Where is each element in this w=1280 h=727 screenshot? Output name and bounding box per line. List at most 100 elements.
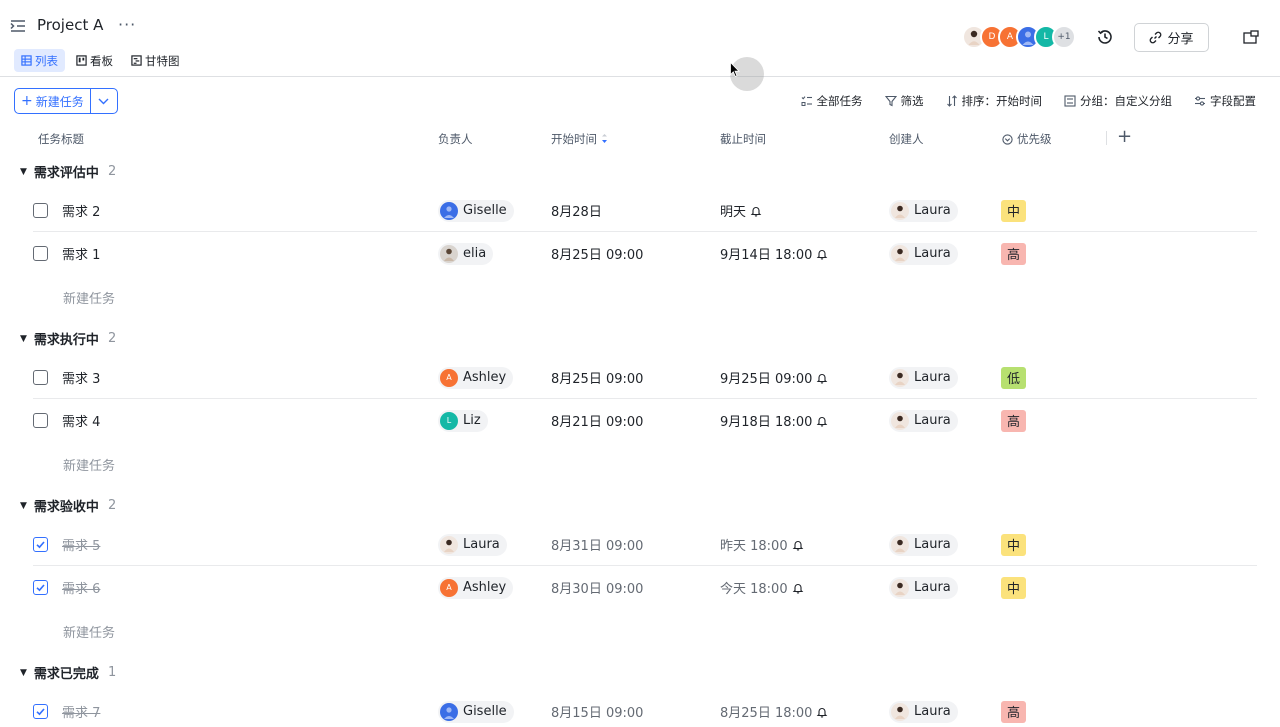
- task-title[interactable]: 需求 4: [62, 411, 100, 430]
- table-row[interactable]: 需求 6 A Ashley 8月30日 09:00 今天 18:00 Laura 中: [33, 566, 1257, 609]
- group-header[interactable]: ▼ 需求评估中 2: [20, 162, 116, 181]
- task-checkbox[interactable]: [33, 413, 48, 428]
- due-cell[interactable]: 昨天 18:00: [720, 523, 804, 566]
- filter-icon: [884, 95, 897, 107]
- sidebar-toggle-icon[interactable]: [10, 19, 26, 33]
- assignee-chip[interactable]: elia: [438, 242, 494, 265]
- task-checkbox[interactable]: [33, 246, 48, 261]
- start-cell[interactable]: 8月25日 09:00: [551, 356, 643, 399]
- avatar: [440, 702, 458, 721]
- add-task-row[interactable]: 新建任务: [63, 455, 115, 474]
- group-name: 需求已完成: [33, 667, 99, 682]
- new-task-dropdown[interactable]: [91, 89, 117, 113]
- task-title[interactable]: 需求 2: [62, 201, 100, 220]
- assignee-chip[interactable]: A Ashley: [438, 366, 514, 389]
- due-cell[interactable]: 9月18日 18:00: [720, 399, 828, 442]
- field-config-button[interactable]: 字段配置: [1194, 93, 1256, 109]
- creator-chip[interactable]: Laura: [889, 576, 958, 599]
- task-title[interactable]: 需求 3: [62, 368, 100, 387]
- priority-cell[interactable]: 高: [1001, 232, 1026, 275]
- assignee-chip[interactable]: Giselle: [438, 199, 514, 222]
- table-row[interactable]: 需求 2 Giselle 8月28日 明天 Laura 中: [33, 189, 1257, 232]
- creator-chip[interactable]: Laura: [889, 409, 958, 432]
- caret-down-icon[interactable]: ▼: [20, 334, 27, 344]
- all-tasks-button[interactable]: 全部任务: [801, 93, 863, 109]
- start-cell[interactable]: 8月28日: [551, 189, 602, 232]
- task-checkbox[interactable]: [33, 203, 48, 218]
- tab-list[interactable]: 列表: [14, 49, 65, 72]
- start-cell[interactable]: 8月25日 09:00: [551, 232, 643, 275]
- table-row[interactable]: 需求 5 Laura 8月31日 09:00 昨天 18:00 Laura 中: [33, 523, 1257, 566]
- task-title[interactable]: 需求 6: [62, 578, 100, 597]
- table-row[interactable]: 需求 7 Giselle 8月15日 09:00 8月25日 18:00 Laura 高: [33, 690, 1257, 727]
- title-cell: 需求 1: [33, 232, 100, 275]
- caret-down-icon[interactable]: ▼: [20, 167, 27, 177]
- sort-button[interactable]: 排序：开始时间: [946, 93, 1042, 109]
- table-row[interactable]: 需求 3 A Ashley 8月25日 09:00 9月25日 09:00 Laura 低: [33, 356, 1257, 399]
- caret-down-icon[interactable]: ▼: [20, 668, 27, 678]
- group-header[interactable]: ▼ 需求验收中 2: [20, 496, 116, 515]
- table-row[interactable]: 需求 4 L Liz 8月21日 09:00 9月18日 18:00 Laura 高: [33, 399, 1257, 442]
- tab-kanban[interactable]: 看板: [69, 49, 120, 72]
- project-title[interactable]: Project A: [37, 16, 103, 34]
- assignee-chip[interactable]: L Liz: [438, 409, 488, 432]
- task-title[interactable]: 需求 7: [62, 702, 100, 721]
- column-header-due[interactable]: 截止时间: [720, 131, 766, 147]
- add-task-row[interactable]: 新建任务: [63, 288, 115, 307]
- start-cell[interactable]: 8月21日 09:00: [551, 399, 643, 442]
- history-icon[interactable]: [1095, 27, 1115, 47]
- more-members-badge[interactable]: +1: [1052, 25, 1076, 49]
- priority-cell[interactable]: 低: [1001, 356, 1026, 399]
- creator-chip[interactable]: Laura: [889, 533, 958, 556]
- creator-chip[interactable]: Laura: [889, 366, 958, 389]
- due-cell[interactable]: 9月14日 18:00: [720, 232, 828, 275]
- tab-gantt[interactable]: 甘特图: [124, 49, 187, 72]
- priority-cell[interactable]: 中: [1001, 523, 1026, 566]
- priority-cell[interactable]: 中: [1001, 189, 1026, 232]
- task-title[interactable]: 需求 5: [62, 535, 100, 554]
- creator-chip[interactable]: Laura: [889, 199, 958, 222]
- filter-button[interactable]: 筛选: [884, 93, 924, 109]
- assignee-chip[interactable]: A Ashley: [438, 576, 514, 599]
- task-title[interactable]: 需求 1: [62, 244, 100, 263]
- start-cell[interactable]: 8月15日 09:00: [551, 690, 643, 727]
- assignee-chip[interactable]: Giselle: [438, 700, 514, 723]
- collaborator-avatars[interactable]: D A L +1: [962, 25, 1076, 49]
- column-header-priority[interactable]: 优先级: [1002, 131, 1052, 147]
- start-cell[interactable]: 8月31日 09:00: [551, 523, 643, 566]
- column-header-start[interactable]: 开始时间: [551, 131, 608, 147]
- group-button[interactable]: 分组：自定义分组: [1064, 93, 1172, 109]
- priority-cell[interactable]: 中: [1001, 566, 1026, 609]
- creator-chip[interactable]: Laura: [889, 242, 958, 265]
- due-date: 明天: [720, 205, 747, 220]
- new-task-button[interactable]: + 新建任务: [15, 89, 91, 113]
- priority-cell[interactable]: 高: [1001, 399, 1026, 442]
- bell-icon: [750, 206, 762, 217]
- column-header-title[interactable]: 任务标题: [38, 131, 84, 147]
- group-header[interactable]: ▼ 需求执行中 2: [20, 329, 116, 348]
- due-cell[interactable]: 明天: [720, 189, 762, 232]
- task-checkbox[interactable]: [33, 704, 48, 719]
- column-header-creator[interactable]: 创建人: [889, 131, 924, 147]
- more-options-icon[interactable]: ···: [118, 15, 136, 34]
- caret-down-icon[interactable]: ▼: [20, 501, 27, 511]
- open-window-icon[interactable]: [1243, 30, 1259, 44]
- due-cell[interactable]: 8月25日 18:00: [720, 690, 828, 727]
- assignee-chip[interactable]: Laura: [438, 533, 507, 556]
- priority-cell[interactable]: 高: [1001, 690, 1026, 727]
- start-cell[interactable]: 8月30日 09:00: [551, 566, 643, 609]
- add-task-row[interactable]: 新建任务: [63, 622, 115, 641]
- task-checkbox[interactable]: [33, 370, 48, 385]
- task-checkbox[interactable]: [33, 580, 48, 595]
- group-count: 1: [107, 665, 117, 680]
- column-header-assignee[interactable]: 负责人: [438, 131, 473, 147]
- creator-chip[interactable]: Laura: [889, 700, 958, 723]
- view-tabs: 列表 看板 甘特图: [14, 49, 187, 72]
- share-button[interactable]: 分享: [1134, 23, 1209, 52]
- group-header[interactable]: ▼ 需求已完成 1: [20, 663, 116, 682]
- due-cell[interactable]: 9月25日 09:00: [720, 356, 828, 399]
- task-checkbox[interactable]: [33, 537, 48, 552]
- table-row[interactable]: 需求 1 elia 8月25日 09:00 9月14日 18:00 Laura 高: [33, 232, 1257, 275]
- add-column-icon[interactable]: +: [1117, 128, 1132, 146]
- due-cell[interactable]: 今天 18:00: [720, 566, 804, 609]
